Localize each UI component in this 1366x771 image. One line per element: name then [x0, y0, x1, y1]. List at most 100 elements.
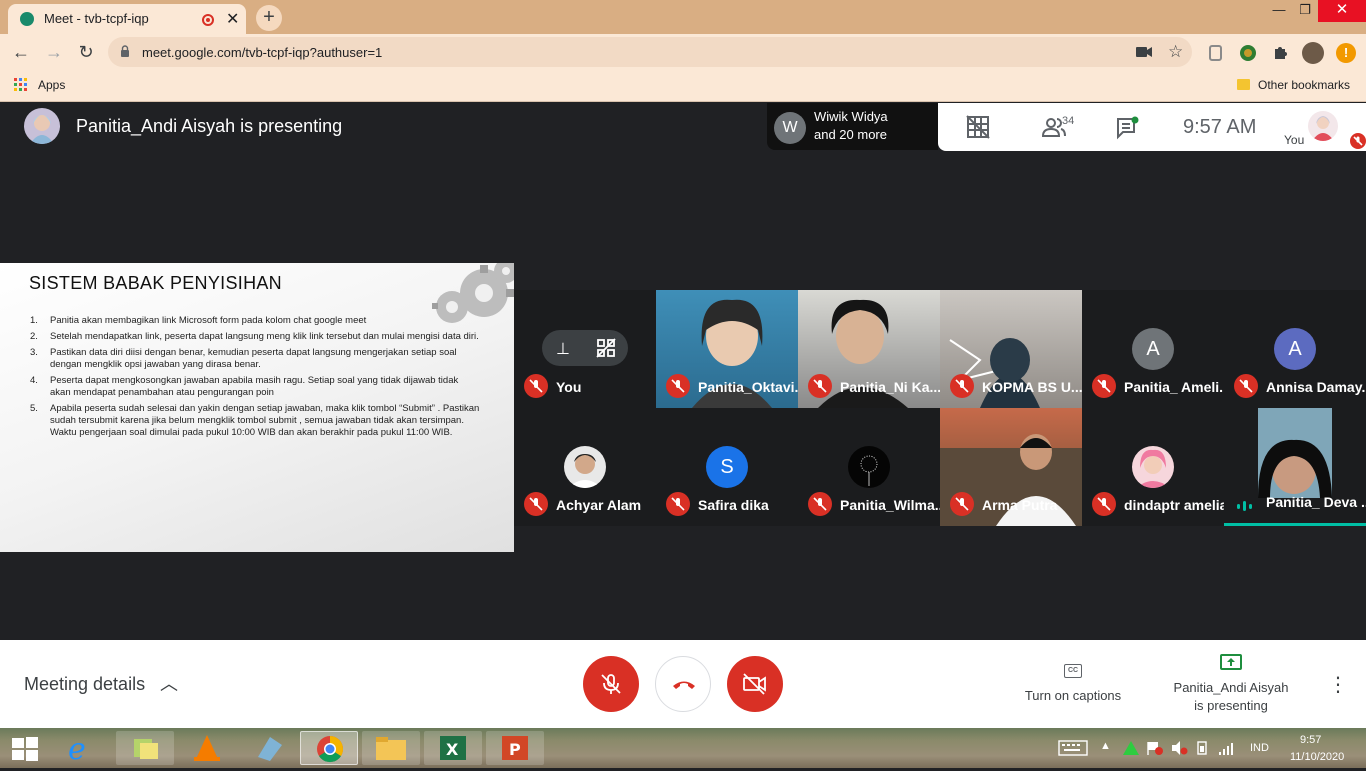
- participant-tile[interactable]: Panitia_Ni Ka...: [798, 290, 940, 408]
- input-language-indicator[interactable]: IND: [1250, 742, 1269, 754]
- leave-call-button[interactable]: [655, 656, 711, 712]
- bookmark-star-icon[interactable]: ☆: [1168, 42, 1183, 62]
- muted-mic-icon: [808, 374, 832, 398]
- windows-start-icon[interactable]: [12, 737, 38, 761]
- tab-title: Meet - tvb-tcpf-iqp: [44, 11, 149, 26]
- chat-icon[interactable]: [1116, 116, 1140, 140]
- bookmarks-bar: Apps Other bookmarks: [0, 70, 1366, 102]
- slide-list-item: 5. Apabila peserta sudah selesai dan yaki…: [30, 403, 480, 438]
- extension-icon[interactable]: [1206, 43, 1226, 63]
- muted-mic-icon: [808, 492, 832, 516]
- participant-tile[interactable]: Panitia_Oktavi...: [656, 290, 798, 408]
- participant-tile[interactable]: A Panitia_ Ameli...: [1082, 290, 1224, 408]
- participant-tile-speaking[interactable]: Panitia_ Deva ...: [1224, 408, 1366, 526]
- powerpoint-icon[interactable]: P: [486, 731, 544, 765]
- present-screen-icon[interactable]: [1220, 654, 1242, 670]
- meeting-clock: 9:57 AM: [1183, 116, 1257, 138]
- you-label: You: [1284, 133, 1305, 147]
- chevron-up-icon[interactable]: ︿: [160, 670, 178, 696]
- folder-icon: [1237, 79, 1250, 90]
- participant-tile[interactable]: dindaptr amelia: [1082, 408, 1224, 526]
- participant-tile[interactable]: KOPMA BS U...: [940, 290, 1082, 408]
- participant-avatar: [848, 446, 890, 488]
- flag-alert-icon[interactable]: [1146, 740, 1164, 756]
- internet-explorer-icon[interactable]: e: [54, 731, 112, 767]
- self-avatar[interactable]: [1308, 111, 1338, 141]
- camera-toggle-button[interactable]: [727, 656, 783, 712]
- participant-tile-you[interactable]: ⊥ You: [514, 290, 656, 408]
- participant-name: Achyar Alam: [556, 497, 642, 513]
- volume-muted-icon[interactable]: [1170, 740, 1188, 756]
- participant-tile[interactable]: Achyar Alam: [514, 408, 656, 526]
- slide-item-text: Setelah mendapatkan link, peserta dapat …: [50, 331, 479, 342]
- excel-icon[interactable]: X: [424, 731, 482, 765]
- participant-count: 34: [1062, 115, 1075, 127]
- url-text: meet.google.com/tvb-tcpf-iqp?authuser=1: [142, 45, 383, 60]
- participant-video: [1258, 408, 1332, 498]
- participant-tile[interactable]: A Annisa Damay...: [1224, 290, 1366, 408]
- file-explorer-icon[interactable]: [362, 731, 420, 765]
- new-tab-button[interactable]: +: [256, 5, 282, 31]
- tab-close-icon[interactable]: ✕: [226, 9, 239, 29]
- update-alert-icon[interactable]: !: [1336, 43, 1356, 63]
- minimize-icon[interactable]: —: [1266, 2, 1292, 17]
- globe-extension-icon[interactable]: [1238, 43, 1258, 63]
- pin-icon[interactable]: ⊥: [556, 339, 570, 359]
- participant-tile[interactable]: S Safira dika: [656, 408, 798, 526]
- meeting-details-button[interactable]: Meeting details: [24, 674, 145, 695]
- forward-arrow-icon[interactable]: →: [43, 42, 65, 63]
- apps-grid-icon[interactable]: [14, 78, 28, 92]
- browser-tab[interactable]: Meet - tvb-tcpf-iqp ✕: [8, 4, 246, 34]
- participant-avatar: A: [1132, 328, 1174, 370]
- taskbar-clock-date[interactable]: 11/10/2020: [1290, 751, 1344, 763]
- participant-tile[interactable]: Arma Putra: [940, 408, 1082, 526]
- app-icon[interactable]: [240, 731, 298, 765]
- slide-item-text: Pastikan data diri diisi dengan benar, k…: [50, 347, 457, 370]
- muted-mic-icon: [950, 374, 974, 398]
- more-options-icon[interactable]: ⋮: [1328, 672, 1348, 697]
- camera-off-icon: [743, 673, 766, 695]
- participant-name: Panitia_Oktavi...: [698, 379, 798, 395]
- restore-icon[interactable]: ❐: [1292, 2, 1318, 18]
- address-bar[interactable]: meet.google.com/tvb-tcpf-iqp?authuser=1 …: [108, 37, 1192, 67]
- back-arrow-icon[interactable]: ←: [10, 42, 32, 63]
- reload-icon[interactable]: ↻: [75, 42, 97, 63]
- camera-permission-icon[interactable]: [1136, 46, 1152, 58]
- presenting-status-line1[interactable]: Panitia_Andi Aisyah: [1160, 680, 1302, 695]
- recording-icon: [202, 14, 214, 26]
- taskbar-clock-time[interactable]: 9:57: [1300, 734, 1321, 746]
- keyboard-icon[interactable]: [1058, 740, 1088, 756]
- slide-list-item: 1. Panitia akan membagikan link Microsoft…: [30, 315, 367, 326]
- apps-link[interactable]: Apps: [38, 78, 65, 92]
- window-close-button[interactable]: ✕: [1318, 0, 1366, 22]
- meet-control-bar: Meeting details ︿ CC Turn on captions Pa…: [0, 640, 1366, 728]
- slide-list-item: 2. Setelah mendapatkan link, peserta dapa…: [30, 331, 479, 342]
- vlc-icon[interactable]: [178, 731, 236, 765]
- signal-strength-icon[interactable]: [1218, 740, 1236, 756]
- chrome-taskbar-icon[interactable]: [300, 731, 358, 765]
- muted-mic-icon: [1092, 492, 1116, 516]
- meet-top-right-bar: 34 9:57 AM You: [938, 103, 1366, 151]
- puzzle-extensions-icon[interactable]: [1270, 43, 1290, 63]
- layout-grid-icon[interactable]: [966, 115, 990, 139]
- profile-avatar[interactable]: [1302, 42, 1324, 64]
- browser-tab-strip: Meet - tvb-tcpf-iqp ✕ + — ❐ ✕: [0, 0, 1366, 34]
- presenter-avatar: [24, 108, 60, 144]
- participant-tile[interactable]: Panitia_Wilma...: [798, 408, 940, 526]
- muted-mic-icon: [524, 374, 548, 398]
- slide-item-text: Apabila peserta sudah selesai dan yakin …: [50, 403, 480, 438]
- participant-avatar: [1132, 446, 1174, 488]
- participant-avatar: [564, 446, 606, 488]
- captions-icon[interactable]: CC: [1064, 664, 1082, 678]
- show-hidden-icons-icon[interactable]: ▲: [1100, 740, 1111, 752]
- participant-name: Panitia_Ni Ka...: [840, 379, 940, 395]
- presenting-status-line2[interactable]: is presenting: [1160, 698, 1302, 713]
- other-bookmarks-link[interactable]: Other bookmarks: [1258, 78, 1350, 92]
- sticky-notes-icon[interactable]: [116, 731, 174, 765]
- microphone-toggle-button[interactable]: [583, 656, 639, 712]
- power-tray-icon[interactable]: [1194, 740, 1210, 756]
- turn-on-captions-button[interactable]: Turn on captions: [1018, 688, 1128, 703]
- remove-tile-icon[interactable]: [596, 338, 616, 358]
- presentation-slide: SISTEM BABAK PENYISIHAN 1. Panitia akan m…: [0, 263, 514, 552]
- network-tray-icon[interactable]: [1122, 740, 1140, 756]
